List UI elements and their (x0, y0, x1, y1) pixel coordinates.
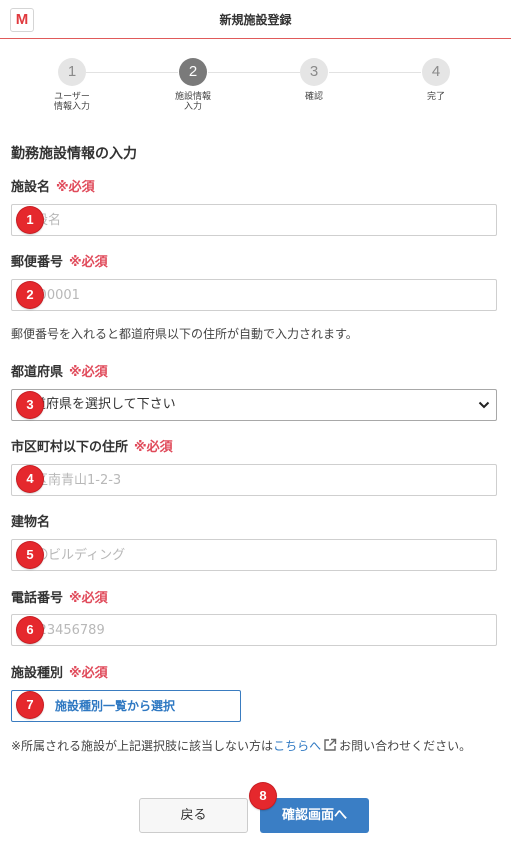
required-mark: ※必須 (69, 255, 108, 270)
required-mark: ※必須 (69, 591, 108, 606)
progress-stepper: 1 ユーザー 情報入力 2 施設情報 入力 3 確認 4 完了 (0, 58, 511, 118)
annotation-badge: 1 (17, 207, 43, 233)
annotation-badge: 4 (17, 466, 43, 492)
confirm-button[interactable]: 確認画面へ (260, 798, 369, 833)
prefecture-select[interactable]: 都道府県を選択して下さい (11, 389, 497, 421)
external-link-icon (324, 738, 337, 751)
step-label: 確認 (304, 92, 323, 102)
back-button[interactable]: 戻る (139, 798, 248, 833)
postal-code-input[interactable] (11, 279, 497, 311)
step-2: 2 施設情報 入力 (148, 58, 238, 112)
step-label: 施設情報 入力 (174, 92, 211, 112)
annotation-badge: 2 (17, 282, 43, 308)
prefecture-label: 都道府県 ※必須 (11, 361, 108, 380)
required-mark: ※必須 (134, 440, 173, 455)
postal-code-label: 郵便番号 ※必須 (11, 251, 108, 270)
facility-name-label: 施設名 ※必須 (11, 176, 95, 195)
page-title: 新規施設登録 (219, 13, 292, 27)
field-label-text: 建物名 (11, 515, 51, 530)
field-label-text: 施設種別 (11, 666, 64, 681)
building-input[interactable] (11, 539, 497, 571)
facility-name-input[interactable] (11, 204, 497, 236)
required-mark: ※必須 (56, 180, 95, 195)
step-3: 3 確認 (269, 58, 359, 102)
prefecture-selected-value: 都道府県を選択して下さい (20, 397, 176, 412)
step-number: 3 (300, 58, 328, 86)
field-label-text: 電話番号 (11, 591, 64, 606)
annotation-badge: 5 (17, 542, 43, 568)
address-label: 市区町村以下の住所 ※必須 (11, 436, 173, 455)
contact-note: ※所属される施設が上記選択肢に該当しない方はこちらへ お問い合わせください。 (11, 736, 501, 756)
phone-label: 電話番号 ※必須 (11, 587, 108, 606)
building-label: 建物名 (11, 511, 50, 530)
annotation-badge: 3 (17, 392, 43, 418)
contact-link[interactable]: こちらへ (273, 739, 321, 753)
step-number: 2 (179, 58, 207, 86)
step-number: 1 (58, 58, 86, 86)
phone-input[interactable] (11, 614, 497, 646)
step-label: ユーザー 情報入力 (53, 92, 90, 112)
contact-note-text-end: お問い合わせください。 (339, 739, 472, 753)
step-4: 4 完了 (391, 58, 481, 102)
contact-note-text: ※所属される施設が上記選択肢に該当しない方は (11, 739, 274, 753)
annotation-badge: 7 (17, 692, 43, 718)
annotation-badge: 6 (17, 617, 43, 643)
required-mark: ※必須 (69, 365, 108, 380)
chevron-down-icon (478, 401, 490, 409)
required-mark: ※必須 (69, 666, 108, 681)
field-label-text: 市区町村以下の住所 (11, 440, 129, 455)
address-input[interactable] (11, 464, 497, 496)
step-number: 4 (422, 58, 450, 86)
field-label-text: 施設名 (11, 180, 51, 195)
section-title: 勤務施設情報の入力 (11, 146, 137, 162)
field-label-text: 都道府県 (11, 365, 64, 380)
step-1: 1 ユーザー 情報入力 (27, 58, 117, 112)
postal-code-note: 郵便番号を入れると都道府県以下の住所が自動で入力されます。 (11, 327, 358, 341)
app-header: M 新規施設登録 (0, 0, 511, 39)
facility-type-select-button[interactable]: 施設種別一覧から選択 (11, 690, 241, 722)
step-label: 完了 (426, 92, 445, 102)
annotation-badge: 8 (250, 783, 276, 809)
field-label-text: 郵便番号 (11, 255, 64, 270)
facility-type-label: 施設種別 ※必須 (11, 662, 108, 681)
